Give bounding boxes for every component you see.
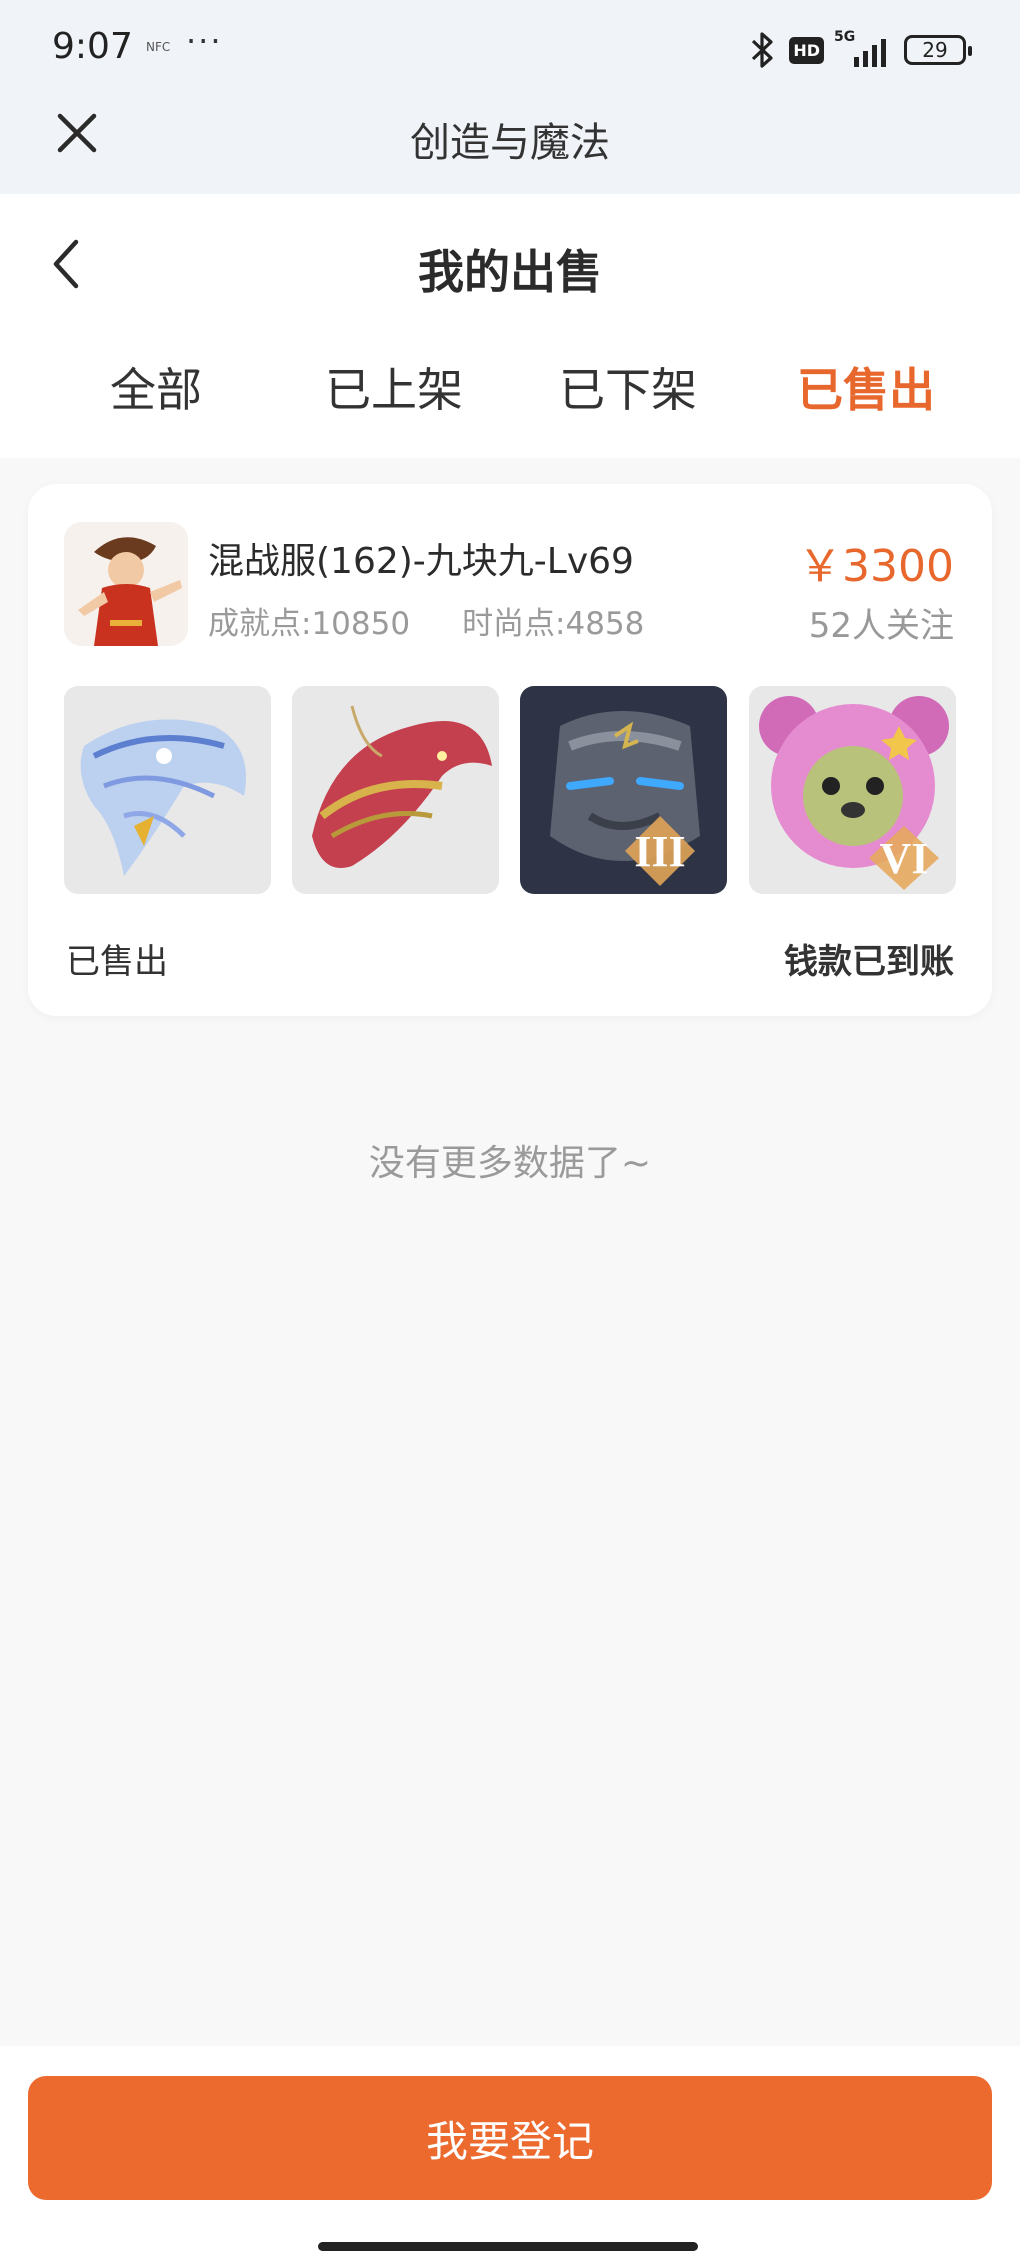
item-price: ￥3300 [798,541,954,592]
list-end-text: 没有更多数据了~ [368,1143,652,1184]
item-thumbnails: III VI [64,686,956,894]
bottom-action-bar: 我要登记 [0,2046,1020,2267]
top-header-area: 9:07 NFC ··· HD 5G 29 创造与魔法 [0,0,1020,194]
character-avatar [64,522,188,646]
payment-status: 钱款已到账 [784,942,954,982]
hd-icon: HD [789,36,824,64]
sale-status: 已售出 [66,942,168,982]
character-avatar-image [64,522,188,646]
nfc-icon: NFC [146,40,171,54]
pink-bear-image: VI [749,686,956,894]
mini-program-header: 创造与魔法 [0,98,1020,194]
tab-all[interactable]: 全部 [46,354,266,420]
thumbnail-red-dragon[interactable] [292,686,499,894]
item-title: 混战服(162)-九块九-Lv69 [208,541,634,582]
battery-icon: 29 [904,35,972,65]
status-time: 9:07 [52,26,133,67]
status-right-icons: HD 5G 29 [747,29,972,70]
signal-icon: 5G [834,29,890,67]
thumbnail-pink-bear[interactable]: VI [749,686,956,894]
blue-dragon-image [64,686,271,894]
follower-count: 52人关注 [808,606,954,646]
stone-golem-image: III [520,686,727,894]
more-notifications-icon: ··· [186,22,223,60]
mini-program-title: 创造与魔法 [410,120,610,166]
battery-level: 29 [922,38,948,62]
thumbnail-stone-golem[interactable]: III [520,686,727,894]
network-type: 5G [834,29,856,45]
status-bar: 9:07 NFC ··· HD 5G 29 [0,0,1020,98]
page-header: 我的出售 全部 已上架 已下架 已售出 [0,194,1020,458]
red-dragon-image [292,686,499,894]
status-tabs: 全部 已上架 已下架 已售出 [0,354,1020,424]
achievement-points: 成就点:10850 [208,606,411,642]
tab-delisted[interactable]: 已下架 [518,354,738,420]
home-indicator[interactable] [318,2242,698,2251]
page-title: 我的出售 [418,245,602,299]
fashion-points: 时尚点:4858 [462,606,645,642]
item-stats: 成就点:10850 时尚点:4858 [208,598,644,643]
tab-sold[interactable]: 已售出 [756,354,976,420]
rank-badge-text: VI [880,834,929,883]
thumbnail-blue-dragon[interactable] [64,686,271,894]
rank-badge-text: III [634,827,685,876]
sold-item-card[interactable]: 混战服(162)-九块九-Lv69 成就点:10850 时尚点:4858 ￥330… [28,484,992,1016]
bluetooth-icon [752,32,773,68]
tab-listed[interactable]: 已上架 [284,354,504,420]
register-button[interactable]: 我要登记 [28,2076,992,2200]
